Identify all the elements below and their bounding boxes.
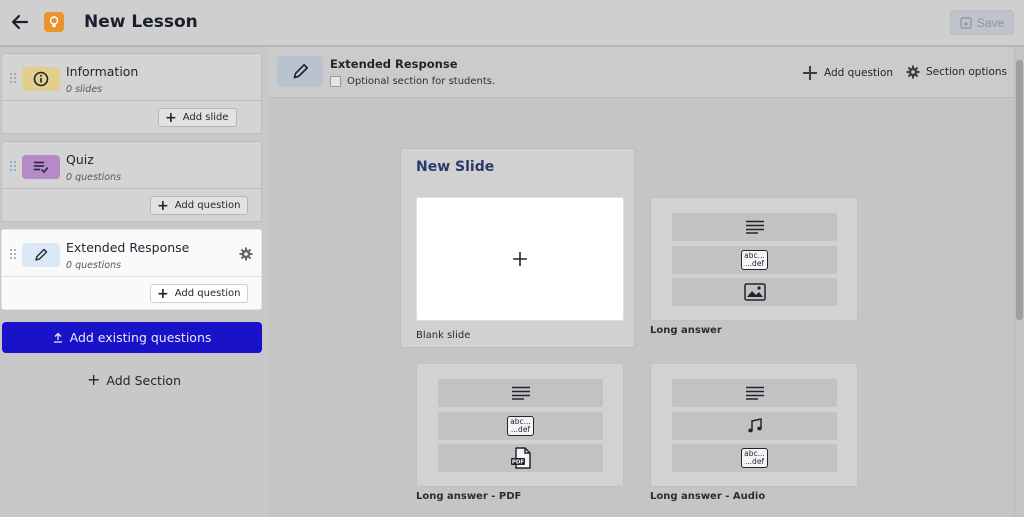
plus-icon: + [157, 197, 169, 214]
def-label: ...def [744, 259, 765, 268]
optional-label: Optional section for students. [347, 76, 496, 87]
text-lines-icon [672, 379, 837, 407]
optional-checkbox[interactable] [330, 76, 341, 87]
section-header: Extended Response Optional section for s… [268, 47, 1014, 98]
music-note-icon [672, 412, 837, 440]
add-question-label: Add question [174, 200, 241, 211]
top-bar: New Lesson Save [0, 0, 1024, 46]
scrollbar-thumb[interactable] [1016, 60, 1023, 320]
add-question-button[interactable]: + Add question [150, 196, 249, 215]
section-count: 0 questions [66, 260, 122, 271]
lightbulb-icon [44, 12, 64, 32]
upload-icon [53, 332, 62, 343]
gear-icon[interactable] [239, 247, 253, 261]
drag-handle-icon[interactable] [9, 72, 17, 84]
long-answer-pdf-template[interactable]: abc... ...def PDF [416, 363, 624, 487]
long-answer-audio-template[interactable]: abc... ...def [650, 363, 858, 487]
text-answer-icon: abc... ...def [438, 412, 603, 440]
plus-icon: + [157, 285, 169, 302]
section-card-quiz[interactable]: Quiz 0 questions + Add question [1, 141, 262, 222]
section-options-label: Section options [926, 66, 1008, 78]
gear-icon [906, 65, 920, 79]
plus-icon [803, 66, 817, 80]
image-icon [672, 278, 837, 306]
section-header-title: Extended Response [330, 57, 458, 71]
pencil-icon [277, 56, 323, 87]
scrollbar[interactable] [1014, 47, 1024, 517]
add-section-label: Add Section [106, 372, 182, 388]
new-slide-title: New Slide [416, 159, 495, 175]
add-slide-button[interactable]: + Add slide [158, 108, 237, 127]
pencil-icon [22, 243, 60, 267]
add-section-button[interactable]: + Add Section [0, 372, 268, 388]
back-arrow-icon[interactable] [9, 11, 31, 33]
long-answer-template[interactable]: abc... ...def [650, 197, 858, 321]
section-count: 0 questions [66, 172, 122, 183]
long-answer-label: Long answer [650, 325, 722, 336]
blank-slide-template[interactable] [416, 197, 624, 321]
drag-handle-icon[interactable] [9, 248, 17, 260]
save-button-label: Save [976, 15, 1005, 30]
add-question-header-button[interactable]: Add question [802, 65, 893, 81]
long-answer-audio-label: Long answer - Audio [650, 491, 766, 502]
optional-toggle[interactable]: Optional section for students. [330, 76, 495, 87]
drag-handle-icon[interactable] [9, 160, 17, 172]
text-lines-icon [438, 379, 603, 407]
plus-icon [513, 252, 527, 266]
long-answer-pdf-label: Long answer - PDF [416, 491, 522, 502]
pdf-icon: PDF [438, 444, 603, 472]
add-existing-label: Add existing questions [69, 330, 212, 345]
info-icon [22, 67, 60, 91]
text-lines-icon [672, 213, 837, 241]
save-icon [960, 16, 972, 29]
blank-slide-label: Blank slide [416, 330, 471, 341]
section-count: 0 slides [66, 84, 103, 95]
section-card-information[interactable]: Information 0 slides + Add slide [1, 53, 262, 134]
slide-canvas [268, 98, 1014, 517]
plus-icon: + [165, 109, 177, 126]
sidebar: Information 0 slides + Add slide Quiz 0 … [0, 47, 268, 517]
section-title: Quiz [66, 152, 94, 167]
add-question-button[interactable]: + Add question [150, 284, 249, 303]
plus-icon: + [86, 370, 101, 389]
add-question-header-label: Add question [824, 67, 894, 79]
pdf-label: PDF [511, 460, 524, 466]
section-options-button[interactable]: Section options [906, 65, 1007, 79]
text-answer-icon: abc... ...def [672, 246, 837, 274]
def-label: ...def [744, 457, 765, 466]
lesson-title: New Lesson [84, 12, 198, 32]
section-title: Extended Response [66, 240, 190, 255]
text-answer-icon: abc... ...def [672, 444, 837, 472]
checklist-icon [22, 155, 60, 179]
def-label: ...def [510, 425, 531, 434]
add-existing-questions-button[interactable]: Add existing questions [2, 322, 262, 353]
save-button[interactable]: Save [950, 10, 1014, 35]
section-title: Information [66, 64, 139, 79]
add-question-label: Add question [174, 288, 241, 299]
section-card-extended-response[interactable]: Extended Response 0 questions + Add ques… [1, 229, 262, 310]
add-slide-label: Add slide [182, 112, 229, 123]
